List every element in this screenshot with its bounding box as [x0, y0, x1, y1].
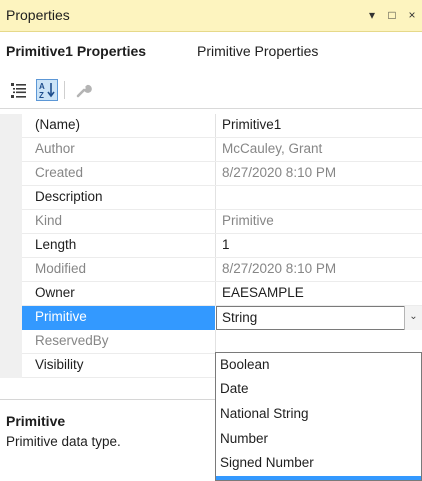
primitive-type-combobox[interactable]: String ⌄: [216, 306, 422, 330]
property-name: Created: [35, 165, 84, 180]
property-name: Primitive: [35, 309, 87, 324]
property-value: Primitive: [222, 213, 274, 228]
dropdown-option[interactable]: Boolean: [216, 353, 421, 377]
property-row-length[interactable]: Length 1: [0, 234, 422, 258]
maximize-icon[interactable]: □: [384, 5, 400, 25]
toolbar-separator: [64, 81, 65, 99]
property-name: Length: [35, 237, 77, 252]
property-value: 8/27/2020 8:10 PM: [222, 261, 337, 276]
property-value[interactable]: Primitive1: [222, 117, 281, 132]
property-pages-icon[interactable]: [72, 79, 94, 101]
properties-titlebar: Properties ▾ □ ×: [0, 0, 422, 32]
property-name: Description: [35, 189, 103, 204]
property-row-description[interactable]: Description: [0, 186, 422, 210]
object-header: Primitive1 Properties Primitive Properti…: [0, 36, 422, 66]
dropdown-option[interactable]: Date: [216, 377, 421, 401]
properties-toolbar: A Z: [0, 73, 422, 109]
description-text: Primitive data type.: [6, 434, 121, 449]
svg-text:Z: Z: [39, 91, 44, 100]
property-row-author[interactable]: Author McCauley, Grant: [0, 138, 422, 162]
property-row-primitive[interactable]: Primitive String ⌄: [0, 306, 422, 330]
primitive-type-dropdown-list[interactable]: Boolean Date National String Number Sign…: [215, 352, 422, 481]
chevron-down-icon[interactable]: ⌄: [404, 306, 422, 330]
property-row-reservedby[interactable]: ReservedBy: [0, 330, 422, 354]
property-value: 8/27/2020 8:10 PM: [222, 165, 337, 180]
window-menu-dropdown-icon[interactable]: ▾: [364, 5, 380, 25]
close-icon[interactable]: ×: [404, 5, 420, 25]
property-name: Kind: [35, 213, 63, 228]
svg-text:A: A: [39, 82, 45, 91]
property-row-owner[interactable]: Owner EAESAMPLE: [0, 282, 422, 306]
object-name: Primitive1 Properties: [6, 43, 147, 59]
dropdown-option[interactable]: National String: [216, 402, 421, 426]
property-name: (Name): [35, 117, 81, 132]
description-title: Primitive: [6, 413, 66, 429]
property-row-modified[interactable]: Modified 8/27/2020 8:10 PM: [0, 258, 422, 282]
property-name: Author: [35, 141, 75, 156]
property-value[interactable]: EAESAMPLE: [222, 285, 304, 300]
property-row-created[interactable]: Created 8/27/2020 8:10 PM: [0, 162, 422, 186]
categorized-icon[interactable]: [8, 79, 30, 101]
dropdown-option[interactable]: Signed Number: [216, 451, 421, 475]
alphabetical-icon[interactable]: A Z: [36, 79, 58, 101]
property-name: Owner: [35, 285, 75, 300]
property-row-name[interactable]: (Name) Primitive1: [0, 114, 422, 138]
dropdown-option[interactable]: Number: [216, 427, 421, 451]
property-value: McCauley, Grant: [222, 141, 323, 156]
property-value[interactable]: 1: [222, 237, 230, 252]
property-name: Visibility: [35, 357, 84, 372]
property-value: String: [222, 310, 258, 325]
dropdown-highlight: [216, 476, 421, 480]
property-name: ReservedBy: [35, 333, 109, 348]
property-name: Modified: [35, 261, 87, 276]
object-kind: Primitive Properties: [197, 43, 319, 59]
window-title: Properties: [6, 7, 70, 23]
property-row-kind[interactable]: Kind Primitive: [0, 210, 422, 234]
